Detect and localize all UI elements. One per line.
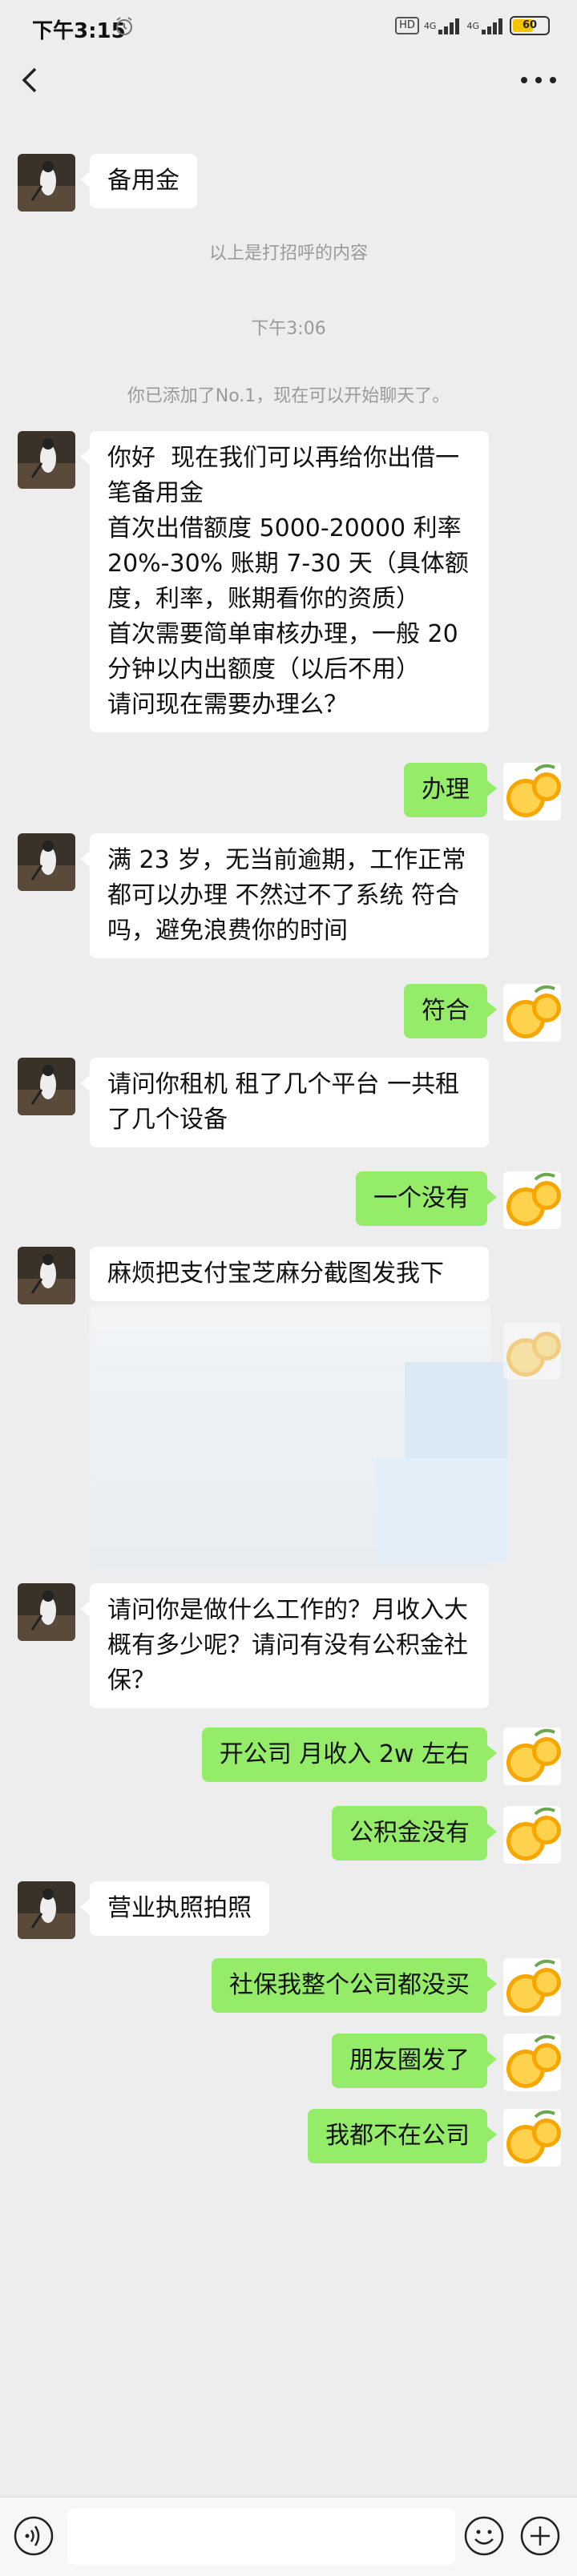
message-bubble-right: 社保我整个公司都没买: [212, 1958, 497, 2013]
system-note: 你已添加了No.1，现在可以开始聊天了。: [127, 386, 450, 406]
message-bubble-right: 符合: [404, 984, 497, 1038]
plus-icon[interactable]: [519, 2515, 561, 2557]
message-bubble-left: 麻烦把支付宝芝麻分截图发我下: [90, 1247, 489, 1301]
chat-header: [0, 54, 577, 104]
timestamp: 下午3:06: [251, 319, 326, 339]
contact-avatar[interactable]: [18, 1881, 75, 1939]
contact-avatar[interactable]: [18, 154, 75, 212]
message-bubble-right: 朋友圈发了: [332, 2034, 497, 2088]
message-bubble-left: 请问你租机 租了几个平台 一共租了几个设备: [80, 1058, 489, 1147]
battery-icon: 60: [510, 16, 550, 35]
system-note: 以上是打招呼的内容: [208, 244, 368, 264]
user-avatar[interactable]: [503, 2109, 561, 2167]
network-type-2: 4G: [466, 20, 479, 31]
status-time: 下午3:15: [32, 19, 126, 43]
more-dots-icon[interactable]: [518, 69, 559, 91]
message-bubble-right: 开公司 月收入 2w 左右: [201, 1727, 498, 1782]
emoji-icon[interactable]: [463, 2515, 505, 2557]
contact-avatar[interactable]: [18, 1247, 75, 1304]
user-avatar[interactable]: [503, 2034, 561, 2091]
signal-icon-2: [482, 18, 502, 34]
blurred-image: [377, 1458, 507, 1562]
battery-level: 60: [522, 19, 538, 31]
status-indicators: HD 4G 4G 60: [395, 16, 550, 35]
voice-icon[interactable]: [13, 2515, 54, 2557]
contact-avatar[interactable]: [18, 431, 75, 489]
message-bubble-left: 你好 现在我们可以再给你出借一笔备用金 首次出借额度 5000-20000 利率…: [80, 431, 489, 732]
message-input[interactable]: [67, 2509, 455, 2565]
input-bar: [0, 2497, 577, 2576]
alarm-icon: [116, 17, 132, 35]
user-avatar[interactable]: [503, 1171, 561, 1229]
message-bubble-left: 请问你是做什么工作的？月收入大概有多少呢？请问有没有公积金社保？: [80, 1583, 489, 1708]
contact-avatar[interactable]: [18, 833, 75, 891]
message-bubble-left: 满 23 岁，无当前逾期，工作正常都可以办理 不然过不了系统 符合吗，避免浪费你…: [80, 833, 489, 958]
user-avatar[interactable]: [503, 1806, 561, 1864]
user-avatar[interactable]: [503, 1958, 561, 2016]
chevron-left-icon[interactable]: [16, 64, 45, 96]
message-bubble-right: 一个没有: [356, 1171, 497, 1226]
message-bubble-left: 备用金: [80, 154, 197, 208]
contact-avatar[interactable]: [18, 1583, 75, 1641]
network-type-1: 4G: [423, 20, 437, 31]
message-bubble-left: 营业执照拍照: [80, 1881, 269, 1936]
status-bar: 下午3:15 HD 4G 4G 60: [0, 0, 577, 54]
message-bubble-right: 办理: [404, 763, 497, 817]
user-avatar[interactable]: [503, 1322, 561, 1380]
user-avatar[interactable]: [503, 1727, 561, 1785]
user-avatar[interactable]: [503, 984, 561, 1042]
blurred-image: [405, 1362, 507, 1458]
signal-icon-1: [438, 18, 460, 34]
message-bubble-right: 公积金没有: [332, 1806, 497, 1860]
hd-badge: HD: [395, 17, 419, 34]
user-avatar[interactable]: [503, 763, 561, 820]
message-bubble-right: 我都不在公司: [308, 2109, 497, 2163]
contact-avatar[interactable]: [18, 1058, 75, 1115]
